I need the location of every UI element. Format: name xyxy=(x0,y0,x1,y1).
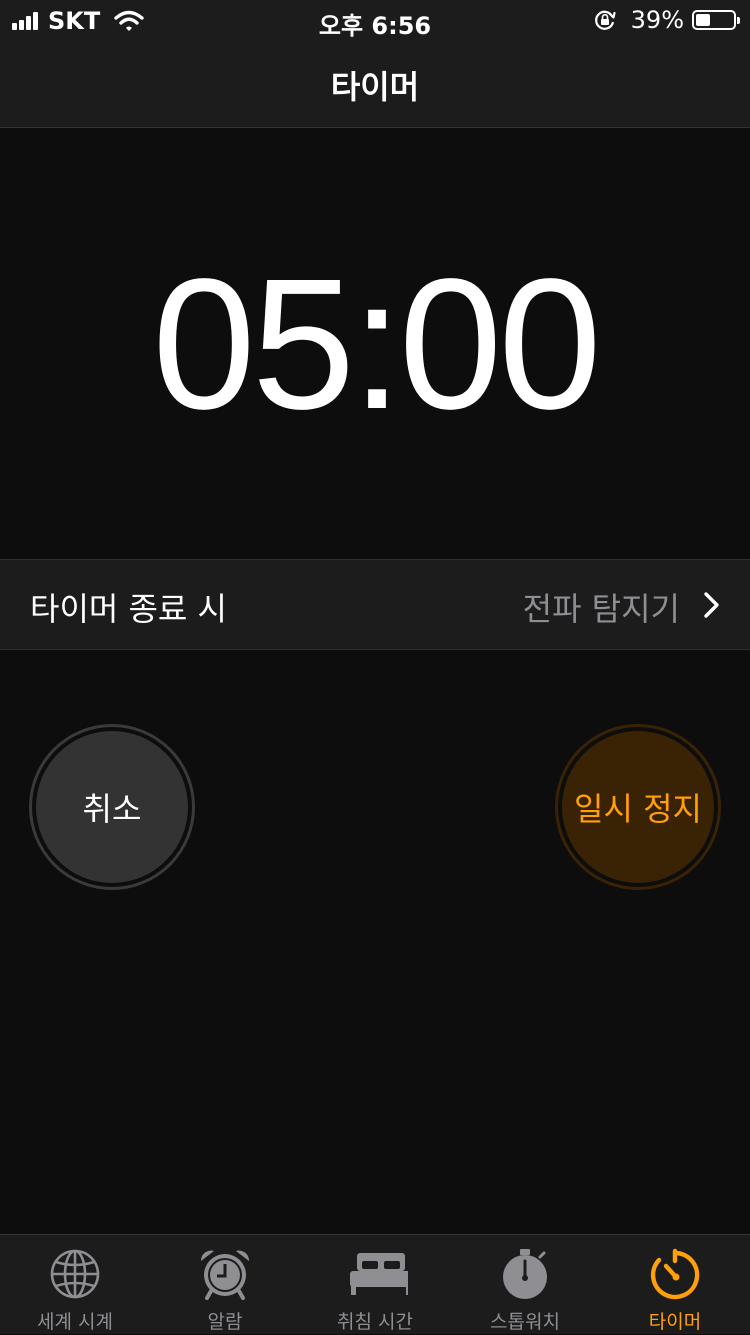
pause-button-label: 일시 정지 xyxy=(562,731,714,883)
timer-end-setting-row[interactable]: 타이머 종료 시 전파 탐지기 xyxy=(0,559,750,650)
pause-button[interactable]: 일시 정지 xyxy=(555,724,721,890)
stopwatch-icon xyxy=(503,1249,547,1299)
navigation-bar: 타이머 xyxy=(0,40,750,128)
alarm-clock-icon xyxy=(200,1250,250,1300)
tab-label-bedtime: 취침 시간 xyxy=(337,1311,413,1333)
orientation-lock-icon xyxy=(594,10,616,30)
battery-icon xyxy=(692,10,740,30)
tab-label-timer: 타이머 xyxy=(648,1311,702,1333)
tab-stopwatch[interactable]: 스톱워치 xyxy=(450,1235,600,1335)
tab-label-world-clock: 세계 시계 xyxy=(37,1311,113,1333)
timer-countdown: 05:00 xyxy=(152,241,601,448)
timer-end-value: 전파 탐지기 xyxy=(522,590,680,628)
globe-icon xyxy=(50,1249,100,1299)
cancel-button-label: 취소 xyxy=(36,731,188,883)
page-title: 타이머 xyxy=(330,68,420,106)
status-right-group: 39% xyxy=(593,6,740,34)
timer-end-label: 타이머 종료 시 xyxy=(30,590,227,628)
chevron-right-icon xyxy=(704,592,719,618)
battery-level xyxy=(696,14,710,26)
bed-icon xyxy=(350,1253,408,1295)
battery-percent: 39% xyxy=(630,6,684,34)
tab-label-alarm: 알람 xyxy=(207,1311,243,1333)
status-bar: SKT 오후 6:56 39% xyxy=(0,0,750,40)
cancel-button[interactable]: 취소 xyxy=(29,724,195,890)
tab-world-clock[interactable]: 세계 시계 xyxy=(0,1235,150,1335)
tab-bedtime[interactable]: 취침 시간 xyxy=(300,1235,450,1335)
battery-tip xyxy=(737,17,740,24)
tab-bar: 세계 시계 알람 취침 시간 스톱워치 타이머 xyxy=(0,1234,750,1334)
tab-timer[interactable]: 타이머 xyxy=(600,1235,750,1335)
tab-alarm[interactable]: 알람 xyxy=(150,1235,300,1335)
timer-icon xyxy=(650,1248,700,1300)
tab-label-stopwatch: 스톱워치 xyxy=(490,1311,560,1333)
